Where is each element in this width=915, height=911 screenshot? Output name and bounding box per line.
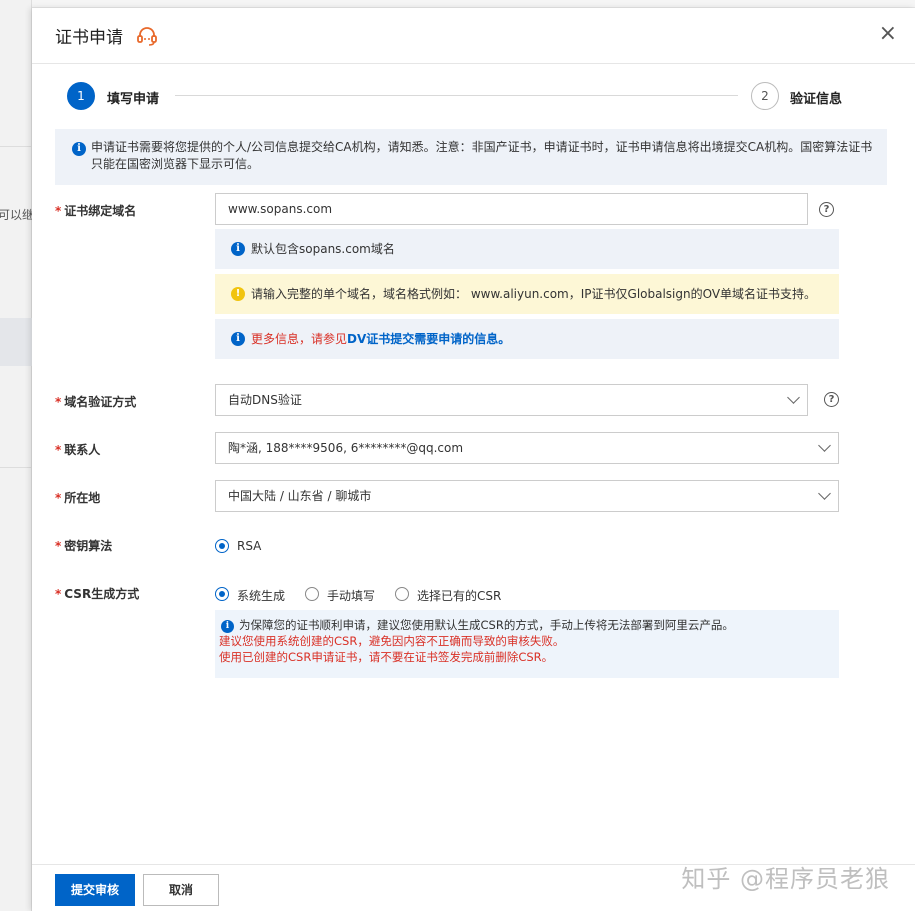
customer-service-icon[interactable]: [135, 24, 159, 48]
key-algorithm-label: * 密钥算法: [55, 539, 113, 553]
background-row: [0, 318, 32, 366]
step-connector: [175, 95, 738, 96]
csr-note-warning: 建议您使用系统创建的CSR，避免因内容不正确而导致的审核失败。: [219, 634, 565, 648]
contact-select[interactable]: 陶*涵, 188****9506, 6********@qq.com: [215, 432, 839, 464]
radio-csr-manual[interactable]: [305, 587, 319, 601]
dv-info-link[interactable]: DV证书提交需要申请的信息。: [347, 332, 510, 346]
info-icon: i: [231, 332, 245, 346]
radio-csr-system-label[interactable]: 系统生成: [237, 587, 285, 604]
csr-note-warning: 使用已创建的CSR申请证书，请不要在证书签发完成前删除CSR。: [219, 650, 554, 664]
required-mark: *: [55, 491, 62, 505]
close-icon[interactable]: ×: [879, 22, 897, 46]
contact-label: * 联系人: [55, 443, 101, 457]
chevron-down-icon: [818, 439, 831, 452]
radio-csr-manual-label[interactable]: 手动填写: [327, 587, 375, 604]
more-info-text: 更多信息，请参见: [251, 332, 348, 346]
step-indicator: 1 填写申请 2 验证信息: [32, 64, 915, 128]
step-1-label: 填写申请: [107, 92, 160, 107]
chevron-down-icon: [787, 391, 800, 404]
csr-method-label: * CSR生成方式: [55, 587, 140, 601]
chevron-down-icon: [818, 487, 831, 500]
domain-more-info-tip: i 更多信息，请参见DV证书提交需要申请的信息。: [215, 319, 839, 359]
domain-warning-tip: ! 请输入完整的单个域名，域名格式例如： www.aliyun.com，IP证书…: [215, 274, 839, 314]
warning-icon: !: [231, 287, 245, 301]
required-mark: *: [55, 395, 62, 409]
help-icon[interactable]: ?: [824, 392, 839, 407]
notice-text: 申请证书需要将您提供的个人/公司信息提交给CA机构，请知悉。注意：非国产证书，申…: [91, 140, 873, 171]
help-icon[interactable]: ?: [819, 202, 834, 217]
csr-note-box: i 为保障您的证书顺利申请，建议您使用默认生成CSR的方式，手动上传将无法部署到…: [215, 610, 839, 678]
verify-method-select[interactable]: 自动DNS验证: [215, 384, 808, 416]
background-page: 可以继: [0, 0, 35, 911]
domain-input[interactable]: www.sopans.com: [215, 193, 808, 225]
required-mark: *: [55, 204, 62, 218]
submit-review-button[interactable]: 提交审核: [55, 874, 135, 906]
radio-rsa-label[interactable]: RSA: [237, 539, 261, 553]
background-divider: [0, 467, 32, 468]
drawer-title: 证书申请: [55, 28, 123, 48]
background-text: 可以继: [0, 208, 35, 222]
background-top-bar: [32, 0, 915, 8]
radio-csr-existing-label[interactable]: 选择已有的CSR: [417, 587, 501, 604]
certificate-application-drawer: 证书申请 × 1 填写申请 2 验证信息 i 申请证书需要将您提供的个人/公司信…: [32, 8, 915, 911]
domain-default-tip: i 默认包含sopans.com域名: [215, 229, 839, 269]
info-icon: i: [231, 242, 245, 256]
watermark: 知乎 @程序员老狼: [681, 865, 890, 893]
location-label: * 所在地: [55, 491, 101, 505]
step-2-label: 验证信息: [790, 92, 843, 107]
domain-label: * 证书绑定域名: [55, 204, 137, 218]
drawer-header: 证书申请 ×: [32, 8, 915, 64]
info-notice: i 申请证书需要将您提供的个人/公司信息提交给CA机构，请知悉。注意：非国产证书…: [55, 129, 887, 185]
radio-csr-system[interactable]: [215, 587, 229, 601]
required-mark: *: [55, 539, 62, 553]
step-2-circle: 2: [751, 82, 779, 110]
verify-method-label: * 域名验证方式: [55, 395, 137, 409]
info-icon: i: [72, 142, 86, 156]
cancel-button[interactable]: 取消: [143, 874, 219, 906]
radio-csr-existing[interactable]: [395, 587, 409, 601]
step-1-circle: 1: [67, 82, 95, 110]
location-select[interactable]: 中国大陆 / 山东省 / 聊城市: [215, 480, 839, 512]
info-icon: i: [221, 620, 234, 633]
required-mark: *: [55, 587, 62, 601]
required-mark: *: [55, 443, 62, 457]
radio-rsa[interactable]: [215, 539, 229, 553]
csr-note-line: 为保障您的证书顺利申请，建议您使用默认生成CSR的方式，手动上传将无法部署到阿里…: [239, 618, 734, 632]
background-divider: [0, 146, 32, 147]
